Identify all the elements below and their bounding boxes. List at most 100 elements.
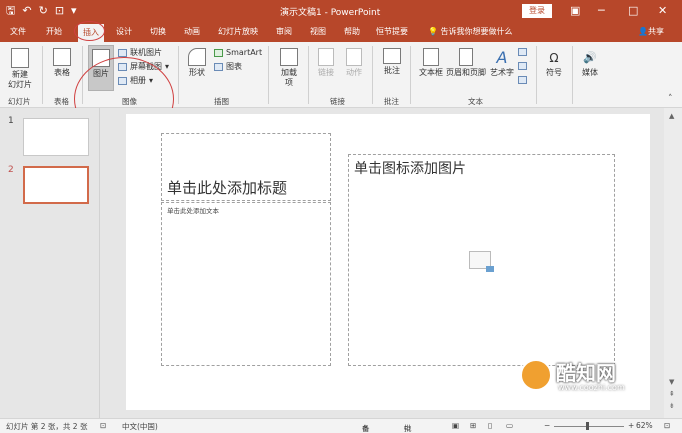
tab-transitions[interactable]: 切换 (150, 26, 166, 37)
scroll-up-icon[interactable]: ▲ (669, 112, 674, 120)
lightbulb-icon: 💡 (428, 27, 441, 36)
tab-home[interactable]: 开始 (46, 26, 62, 37)
header-footer-icon (459, 48, 473, 66)
zoom-level[interactable]: 62% (636, 421, 653, 430)
textbox-button[interactable]: 文本框 (416, 48, 446, 78)
textbox-icon (423, 48, 439, 66)
spellcheck-icon[interactable]: ⊡ (100, 421, 106, 430)
insert-picture-icon[interactable] (469, 251, 494, 272)
zoom-in-icon[interactable]: + (628, 421, 634, 430)
divider (42, 46, 43, 104)
tell-me-search[interactable]: 💡 告诉我你想要做什么 (428, 26, 513, 37)
action-button[interactable]: 动作 (342, 48, 366, 78)
new-slide-button[interactable]: 新建 幻灯片 (6, 48, 34, 90)
addins-label: 加载 项 (281, 68, 297, 87)
start-from-beginning-icon[interactable]: ⊡ (55, 3, 64, 19)
window-title: 演示文稿1 - PowerPoint (280, 8, 381, 18)
group-label-illustrations: 插图 (214, 97, 229, 106)
tab-view[interactable]: 视图 (310, 26, 326, 37)
collapse-ribbon-icon[interactable]: ˄ (668, 94, 673, 104)
customize-qat-icon[interactable]: ▾ (71, 3, 77, 19)
tab-review[interactable]: 审阅 (276, 26, 292, 37)
annotation-circle-tab (74, 21, 105, 41)
shapes-button[interactable]: 形状 (184, 48, 210, 78)
link-button[interactable]: 链接 (314, 48, 338, 78)
tab-animations[interactable]: 动画 (184, 26, 200, 37)
save-icon[interactable]: 🖫 (6, 3, 15, 19)
addins-button[interactable]: 加载 项 (276, 48, 302, 88)
divider (178, 46, 179, 104)
date-time-icon[interactable] (518, 48, 527, 56)
action-label: 动作 (346, 68, 362, 77)
login-button[interactable]: 登录 (522, 4, 552, 18)
title-placeholder-text: 单击此处添加标题 (167, 179, 288, 197)
slideshow-icon[interactable]: ▭ (506, 421, 513, 430)
normal-view-icon[interactable]: ▣ (452, 421, 459, 430)
scroll-down-icon[interactable]: ▼ (669, 378, 674, 386)
addins-icon (280, 48, 298, 66)
tab-file[interactable]: 文件 (10, 26, 26, 37)
comment-button[interactable]: 批注 (380, 48, 404, 76)
picture-placeholder[interactable]: 单击图标添加图片 (348, 154, 615, 366)
table-button[interactable]: 表格 (50, 48, 74, 78)
shapes-icon (188, 48, 206, 66)
thumb-number: 1 (8, 116, 14, 126)
minimize-icon[interactable]: ─ (598, 3, 605, 19)
ribbon-display-options-icon[interactable]: ▣ (570, 3, 580, 19)
online-picture-icon (118, 48, 127, 57)
zoom-slider-thumb[interactable] (586, 422, 589, 430)
group-label-text: 文本 (468, 97, 483, 106)
link-label: 链接 (318, 68, 334, 77)
fit-to-window-icon[interactable]: ⊡ (664, 421, 670, 430)
slide-number-icon[interactable] (518, 62, 527, 70)
title-placeholder[interactable]: 单击此处添加标题 (161, 133, 331, 201)
title-bar: 🖫 ↶ ↻ ⊡ ▾ 演示文稿1 - PowerPoint 登录 ▣ ─ □ ✕ (0, 0, 682, 22)
smartart-button[interactable]: SmartArt (214, 47, 262, 58)
smartart-icon (214, 48, 223, 57)
chart-button[interactable]: 图表 (214, 61, 242, 72)
media-label: 媒体 (582, 68, 598, 77)
reading-view-icon[interactable]: ▯ (488, 421, 492, 430)
previous-slide-icon[interactable]: ⇞ (669, 390, 675, 398)
close-icon[interactable]: ✕ (658, 3, 667, 19)
chart-icon (214, 62, 223, 71)
group-label-table: 表格 (54, 97, 69, 106)
maximize-icon[interactable]: □ (628, 3, 638, 19)
header-footer-button[interactable]: 页眉和页脚 (446, 48, 486, 78)
share-icon: 👤 (638, 27, 648, 36)
divider (410, 46, 411, 104)
media-button[interactable]: 🔊 媒体 (578, 48, 602, 78)
group-label-comments: 批注 (384, 97, 399, 106)
group-label-links: 链接 (330, 97, 345, 106)
tab-outline[interactable]: 恒节提要 (376, 26, 408, 37)
wordart-label: 艺术字 (490, 68, 514, 77)
slide-sorter-icon[interactable]: ⊞ (470, 421, 476, 430)
zoom-slider[interactable] (554, 426, 624, 427)
next-slide-icon[interactable]: ⇟ (669, 402, 675, 410)
share-button[interactable]: 👤共享 (638, 26, 664, 37)
redo-icon[interactable]: ↻ (39, 3, 48, 19)
comment-label: 批注 (384, 66, 400, 75)
thumb-number: 2 (8, 165, 14, 175)
chevron-down-icon: ▾ (165, 62, 170, 71)
divider (308, 46, 309, 104)
body-placeholder-text: 单击此处添加文本 (167, 207, 219, 215)
star-icon (346, 48, 362, 66)
body-placeholder[interactable]: 单击此处添加文本 (161, 202, 331, 366)
divider (572, 46, 573, 104)
undo-icon[interactable]: ↶ (22, 3, 31, 19)
notes-label: 备注 (362, 424, 370, 433)
slide-thumbnail-2[interactable] (23, 166, 89, 204)
wordart-button[interactable]: A 艺术字 (488, 48, 516, 78)
symbol-button[interactable]: Ω 符号 (542, 48, 566, 78)
watermark-url: www.coozhi.com (558, 383, 625, 392)
slide-thumbnail-1[interactable] (23, 118, 89, 156)
tab-design[interactable]: 设计 (116, 26, 132, 37)
tab-help[interactable]: 帮助 (344, 26, 360, 37)
language-indicator[interactable]: 中文(中国) (122, 421, 158, 432)
object-icon[interactable] (518, 76, 527, 84)
tab-slideshow[interactable]: 幻灯片放映 (218, 26, 258, 37)
vertical-scrollbar[interactable]: ▲ ▼ ⇞ ⇟ (664, 108, 682, 418)
smartart-label: SmartArt (226, 48, 263, 57)
zoom-out-icon[interactable]: − (544, 421, 550, 430)
